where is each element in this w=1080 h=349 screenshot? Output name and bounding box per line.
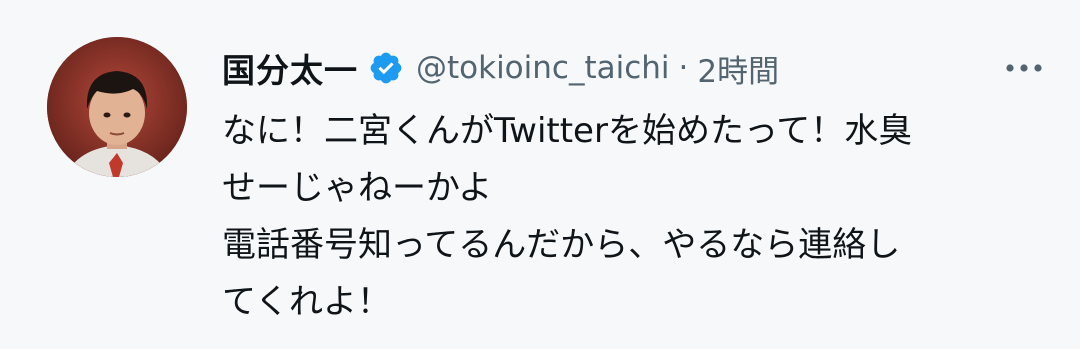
more-options-icon[interactable] [996, 54, 1052, 82]
user-handle[interactable]: @tokioinc_taichi [416, 50, 670, 86]
tweet-timestamp[interactable]: 2時間 [697, 46, 779, 91]
tweet-text: なに！二宮くんがTwitterを始めたって！水臭 せーじゃねーかよ 電話番号知っ… [222, 111, 913, 322]
tweet-content: 国分太一 @tokioinc_taichi · 2時間 なに！二宮くんがTwit… [222, 40, 1052, 331]
verified-badge-icon [368, 50, 404, 86]
avatar-image [47, 37, 187, 177]
display-name[interactable]: 国分太一 [222, 44, 358, 92]
tweet-header: 国分太一 @tokioinc_taichi · 2時間 [222, 40, 1052, 96]
tweet[interactable]: 国分太一 @tokioinc_taichi · 2時間 なに！二宮くんがTwit… [0, 0, 1080, 349]
avatar[interactable] [47, 37, 187, 177]
header-separator: · [678, 50, 689, 86]
